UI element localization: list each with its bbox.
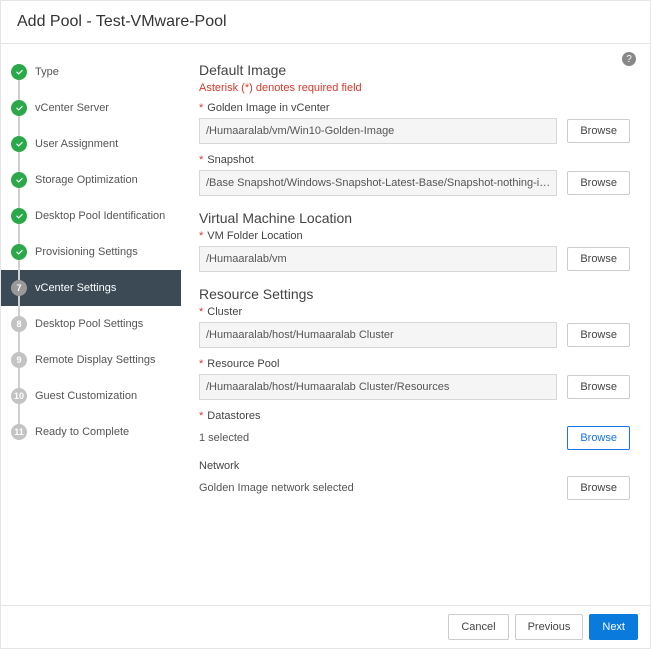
required-asterisk: * [199, 102, 203, 114]
step-label: Ready to Complete [35, 426, 129, 438]
wizard-step-guest-customization[interactable]: 10 Guest Customization [1, 378, 181, 414]
step-connector [18, 224, 20, 244]
field-datastores: * Datastores 1 selected Browse [199, 410, 630, 450]
dialog-title: Add Pool - Test-VMware-Pool [17, 13, 634, 31]
vm-folder-input[interactable] [199, 246, 557, 272]
step-label: Guest Customization [35, 390, 137, 402]
golden-image-browse-button[interactable]: Browse [567, 119, 630, 143]
wizard-step-remote-display-settings[interactable]: 9 Remote Display Settings [1, 342, 181, 378]
step-label: Desktop Pool Settings [35, 318, 143, 330]
step-number: 7 [11, 280, 27, 296]
wizard-step-ready-to-complete[interactable]: 11 Ready to Complete [1, 414, 181, 450]
datastores-browse-button[interactable]: Browse [567, 426, 630, 450]
checkmark-icon [11, 100, 27, 116]
step-number: 11 [11, 424, 27, 440]
field-network: Network Golden Image network selected Br… [199, 460, 630, 500]
network-value: Golden Image network selected [199, 478, 557, 498]
resource-pool-input[interactable] [199, 374, 557, 400]
checkmark-icon [11, 244, 27, 260]
required-field-note: Asterisk (*) denotes required field [199, 82, 630, 94]
dialog-header: Add Pool - Test-VMware-Pool [1, 1, 650, 44]
step-connector [18, 368, 20, 388]
step-label: Type [35, 66, 59, 78]
step-connector [18, 188, 20, 208]
required-asterisk: * [199, 358, 203, 370]
snapshot-browse-button[interactable]: Browse [567, 171, 630, 195]
step-label: Remote Display Settings [35, 354, 155, 366]
cluster-label: Cluster [207, 306, 242, 318]
step-number: 10 [11, 388, 27, 404]
step-label: Storage Optimization [35, 174, 138, 186]
step-connector [18, 80, 20, 100]
required-asterisk: * [199, 306, 203, 318]
step-number: 8 [11, 316, 27, 332]
wizard-step-storage-optimization[interactable]: Storage Optimization [1, 162, 181, 198]
cluster-browse-button[interactable]: Browse [567, 323, 630, 347]
checkmark-icon [11, 208, 27, 224]
vm-folder-label: VM Folder Location [207, 230, 302, 242]
field-golden-image: * Golden Image in vCenter Browse [199, 102, 630, 144]
golden-image-input[interactable] [199, 118, 557, 144]
wizard-steps-sidebar: Type vCenter Server User Assignment Storage… [1, 44, 181, 601]
cancel-button[interactable]: Cancel [448, 614, 508, 640]
snapshot-label: Snapshot [207, 154, 253, 166]
field-snapshot: * Snapshot Browse [199, 154, 630, 196]
field-resource-pool: * Resource Pool Browse [199, 358, 630, 400]
required-asterisk: * [199, 154, 203, 166]
checkmark-icon [11, 136, 27, 152]
network-label: Network [199, 460, 630, 472]
step-number: 9 [11, 352, 27, 368]
step-label: vCenter Server [35, 102, 109, 114]
step-connector [18, 332, 20, 352]
datastores-value: 1 selected [199, 428, 557, 448]
step-label: User Assignment [35, 138, 118, 150]
step-connector [18, 260, 20, 280]
golden-image-label: Golden Image in vCenter [207, 102, 329, 114]
next-button[interactable]: Next [589, 614, 638, 640]
checkmark-icon [11, 172, 27, 188]
step-connector [18, 404, 20, 424]
section-title-resource-settings: Resource Settings [199, 286, 630, 302]
help-icon[interactable]: ? [622, 52, 636, 66]
section-title-vm-location: Virtual Machine Location [199, 210, 630, 226]
checkmark-icon [11, 64, 27, 80]
required-asterisk: * [199, 410, 203, 422]
previous-button[interactable]: Previous [515, 614, 584, 640]
wizard-step-user-assignment[interactable]: User Assignment [1, 126, 181, 162]
wizard-step-type[interactable]: Type [1, 54, 181, 90]
datastores-label: Datastores [207, 410, 260, 422]
network-browse-button[interactable]: Browse [567, 476, 630, 500]
wizard-step-desktop-pool-settings[interactable]: 8 Desktop Pool Settings [1, 306, 181, 342]
main-container: Type vCenter Server User Assignment Storage… [1, 44, 650, 601]
section-title-default-image: Default Image [199, 62, 630, 78]
wizard-step-desktop-pool-identification[interactable]: Desktop Pool Identification [1, 198, 181, 234]
vm-folder-browse-button[interactable]: Browse [567, 247, 630, 271]
step-connector [18, 152, 20, 172]
wizard-step-vcenter-settings[interactable]: 7 vCenter Settings [1, 270, 181, 306]
field-cluster: * Cluster Browse [199, 306, 630, 348]
wizard-step-vcenter-server[interactable]: vCenter Server [1, 90, 181, 126]
step-label: Provisioning Settings [35, 246, 138, 258]
step-label: Desktop Pool Identification [35, 210, 165, 222]
resource-pool-label: Resource Pool [207, 358, 279, 370]
snapshot-input[interactable] [199, 170, 557, 196]
dialog-footer: Cancel Previous Next [1, 605, 650, 648]
resource-pool-browse-button[interactable]: Browse [567, 375, 630, 399]
required-asterisk: * [199, 230, 203, 242]
step-connector [18, 296, 20, 316]
field-vm-folder: * VM Folder Location Browse [199, 230, 630, 272]
content-panel: ? Default Image Asterisk (*) denotes req… [181, 44, 650, 601]
cluster-input[interactable] [199, 322, 557, 348]
wizard-step-provisioning-settings[interactable]: Provisioning Settings [1, 234, 181, 270]
step-connector [18, 116, 20, 136]
step-label: vCenter Settings [35, 282, 116, 294]
